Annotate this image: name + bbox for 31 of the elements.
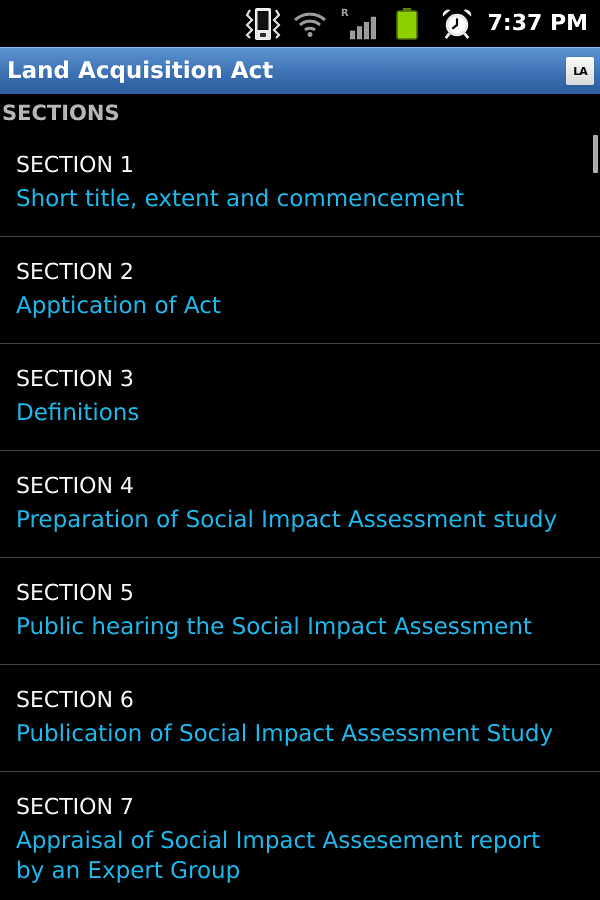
section-list-item[interactable]: SECTION 3 Definitions [0,344,600,451]
app-logo: LA [566,57,594,85]
section-title: Preparation of Social Impact Assessment study [16,506,558,535]
section-title: Short title, extent and commencement [16,185,465,214]
section-number: SECTION 7 [16,794,135,822]
list-header: SECTIONS [1,100,121,127]
roaming-indicator: R [340,8,349,18]
section-number: SECTION 1 [16,152,135,180]
alarm-clock-icon [442,8,472,38]
section-list-item[interactable]: SECTION 6 Publication of Social Impact Assessment Study [0,665,600,772]
section-number: SECTION 6 [16,687,135,715]
section-list-item[interactable]: SECTION 2 Apptication of Act [0,237,600,344]
section-title: Appraisal of Social Impact Assesement report by an Expert Group [16,827,542,886]
section-title: Publication of Social Impact Assessment Study [16,720,554,749]
battery-icon [396,8,418,40]
scrollbar-thumb[interactable] [593,135,598,173]
section-number: SECTION 5 [16,580,135,608]
section-number: SECTION 3 [16,366,135,394]
app-title: Land Acquisition Act [7,58,274,84]
wifi-icon [292,10,327,36]
signal-strength-icon [350,14,376,40]
clock-time: 7:37 PM [488,11,588,36]
section-title: Public hearing the Social Impact Assessment [16,613,533,642]
section-list-item[interactable]: SECTION 7 Appraisal of Social Impact Assesement report by an Expert Group [0,772,600,900]
section-list-item[interactable]: SECTION 4 Preparation of Social Impact Assessment study [0,451,600,558]
section-title: Apptication of Act [16,292,222,321]
vibrate-phone-icon [244,6,281,40]
section-title: Definitions [16,399,140,428]
section-list-item[interactable]: SECTION 5 Public hearing the Social Impact Assessment [0,558,600,665]
section-number: SECTION 2 [16,259,135,287]
section-number: SECTION 4 [16,473,135,501]
